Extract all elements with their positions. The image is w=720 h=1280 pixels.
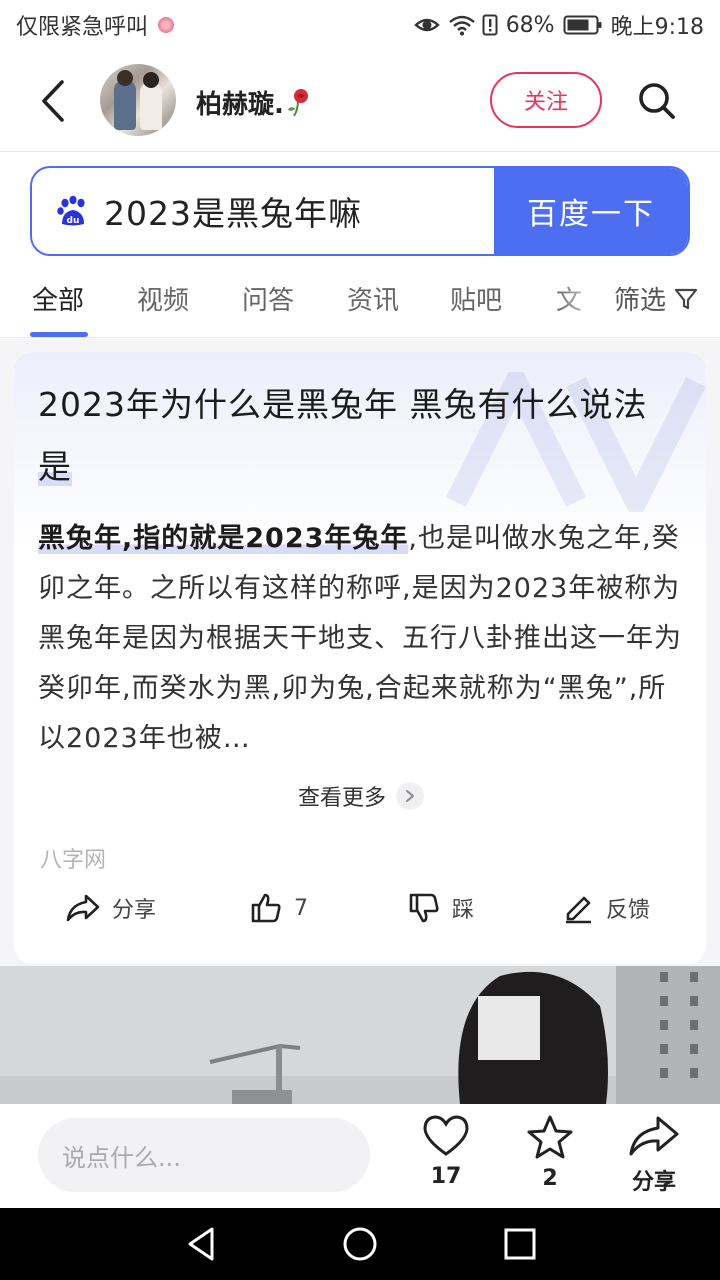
- favorite-count: 2: [542, 1166, 558, 1191]
- tab-fade: [556, 270, 616, 330]
- clock: 晚上9:18: [610, 15, 704, 40]
- rose-icon: [286, 88, 312, 118]
- like-count: 17: [430, 1164, 462, 1189]
- search-query-text: 2023是黑兔年嘛: [104, 194, 362, 233]
- like-count: 7: [294, 895, 308, 921]
- dislike-label: 踩: [452, 898, 475, 923]
- tab-news[interactable]: 资讯: [347, 280, 399, 317]
- filter-icon: [674, 288, 698, 309]
- comment-input[interactable]: 说点什么...: [38, 1118, 370, 1192]
- username[interactable]: 柏赫璇.: [196, 84, 312, 121]
- tab-all[interactable]: 全部: [32, 280, 84, 317]
- thumbs-down-icon: [409, 893, 439, 923]
- status-right: 68% 晚上9:18: [413, 9, 704, 41]
- share-label: 分享: [112, 898, 157, 923]
- post-photo[interactable]: [0, 966, 720, 1104]
- tab-active-indicator: [30, 332, 88, 337]
- avatar[interactable]: [100, 64, 176, 136]
- back-button[interactable]: [28, 76, 78, 126]
- carrier-text: 仅限紧急呼叫: [16, 15, 149, 40]
- eye-icon: [413, 14, 440, 36]
- svg-text:du: du: [67, 216, 80, 226]
- favorite-button[interactable]: 2: [510, 1114, 590, 1191]
- share-arrow-icon: [629, 1116, 679, 1156]
- battery-alert-icon: [482, 14, 498, 36]
- tab-qa[interactable]: 问答: [242, 280, 294, 317]
- nav-recents-button[interactable]: [500, 1224, 540, 1264]
- result-title-tail: 是: [38, 447, 72, 486]
- chevron-right-icon: [396, 782, 425, 810]
- baidu-search-bar: du 2023是黑兔年嘛 百度一下: [30, 166, 690, 256]
- abstract-highlight: 黑兔年,指的就是2023年兔年: [38, 523, 409, 554]
- dislike-action[interactable]: 踩: [408, 892, 474, 924]
- photo-scene: [0, 966, 720, 1104]
- search-input[interactable]: du 2023是黑兔年嘛: [32, 168, 494, 254]
- result-tabs: 全部 视频 问答 资讯 贴吧 文 筛选: [0, 270, 720, 338]
- tab-video[interactable]: 视频: [137, 280, 189, 317]
- thumbs-up-icon: [251, 893, 281, 923]
- see-more-button[interactable]: 查看更多: [298, 780, 425, 812]
- status-left: 仅限紧急呼叫: [16, 9, 175, 41]
- see-more-label: 查看更多: [298, 786, 387, 811]
- like-button[interactable]: 17: [406, 1114, 486, 1189]
- nav-back-button[interactable]: [182, 1224, 222, 1264]
- square-recents-icon: [504, 1228, 536, 1260]
- username-text: 柏赫璇.: [196, 90, 284, 120]
- result-title-main: 2023年为什么是黑兔年 黑兔有什么说法: [38, 385, 648, 424]
- back-arrow-icon: [42, 80, 64, 122]
- header: 柏赫璇. 关注: [0, 50, 720, 152]
- baidu-paw-icon: du: [56, 194, 90, 228]
- heart-icon: [423, 1115, 469, 1156]
- bottom-bar: 说点什么... 17 2 分享: [0, 1104, 720, 1208]
- like-action[interactable]: 7: [250, 892, 308, 924]
- filter-label: 筛选: [614, 286, 667, 316]
- result-title[interactable]: 2023年为什么是黑兔年 黑兔有什么说法 是: [38, 374, 688, 498]
- baidu-search-button[interactable]: 百度一下: [494, 168, 688, 254]
- feedback-label: 反馈: [606, 898, 651, 923]
- nav-home-button[interactable]: [340, 1224, 380, 1264]
- share-button[interactable]: 分享: [614, 1114, 694, 1196]
- system-nav-bar: [0, 1208, 720, 1280]
- result-abstract: 黑兔年,指的就是2023年兔年,也是叫做水兔之年,癸卯之年。之所以有这样的称呼,…: [38, 514, 688, 764]
- result-card[interactable]: 2023年为什么是黑兔年 黑兔有什么说法 是 黑兔年,指的就是2023年兔年,也…: [14, 352, 706, 964]
- search-icon: [639, 83, 675, 119]
- circle-home-icon: [343, 1227, 377, 1261]
- feedback-action[interactable]: 反馈: [562, 892, 650, 924]
- abstract-text: ,也是叫做水兔之年,癸卯之年。之所以有这样的称呼,是因为2023年被称为黑兔年是…: [38, 523, 682, 754]
- notification-icon: [158, 17, 175, 33]
- battery-percent: 68%: [505, 12, 555, 38]
- filter-button[interactable]: 筛选: [610, 280, 699, 317]
- wifi-icon: [448, 14, 475, 36]
- result-source[interactable]: 八字网: [40, 842, 106, 874]
- tab-tieba[interactable]: 贴吧: [450, 280, 502, 317]
- status-bar: 仅限紧急呼叫 68% 晚上9:18: [0, 0, 720, 50]
- triangle-back-icon: [188, 1227, 214, 1261]
- star-icon: [527, 1115, 573, 1159]
- pencil-icon: [566, 896, 591, 924]
- result-actions: 分享 7 踩 反馈: [14, 892, 706, 942]
- search-button[interactable]: [632, 76, 682, 126]
- follow-button[interactable]: 关注: [490, 72, 602, 128]
- share-icon: [66, 894, 100, 922]
- share-label: 分享: [631, 1170, 676, 1195]
- battery-icon: [563, 14, 603, 36]
- share-action[interactable]: 分享: [66, 892, 156, 924]
